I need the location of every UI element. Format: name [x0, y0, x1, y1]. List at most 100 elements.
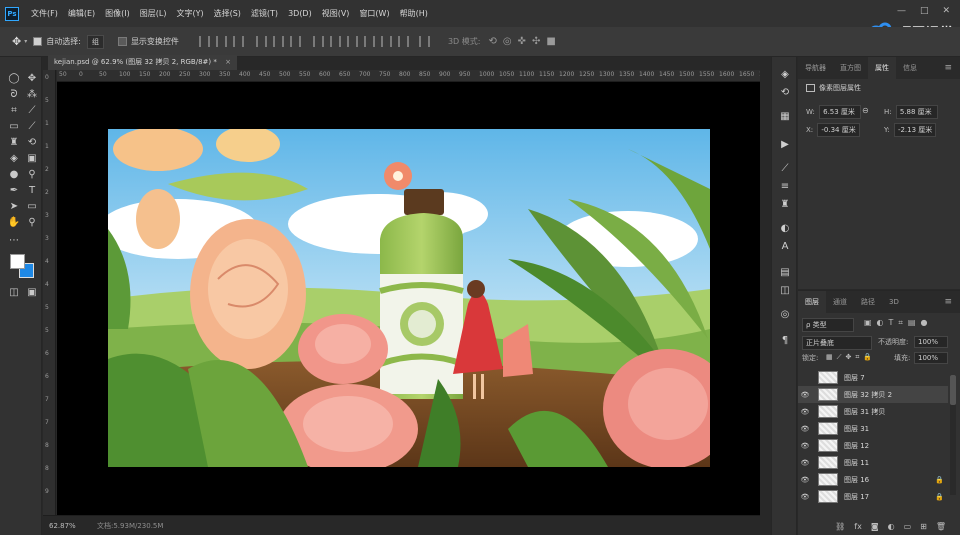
visibility-eye-icon[interactable]: 👁 — [798, 425, 812, 433]
zoom-level[interactable]: 62.87% — [49, 522, 97, 530]
link-icon[interactable]: ⛓ — [835, 522, 845, 531]
mask-icon[interactable]: ◙ — [871, 522, 879, 531]
chevron-down-icon[interactable]: ▾ — [24, 38, 27, 45]
new-layer-icon[interactable]: ⊞ — [920, 522, 927, 531]
quick-mask-icon[interactable]: ◫ — [7, 287, 21, 299]
menu-layer[interactable]: 图层(L) — [136, 8, 171, 19]
close-window-button[interactable]: ✕ — [942, 6, 950, 16]
magic-wand-icon[interactable]: ⁂ — [25, 89, 39, 101]
tab-properties[interactable]: 属性 — [868, 57, 896, 79]
blur-tool-icon[interactable]: ● — [7, 169, 21, 181]
hand-tool-icon[interactable]: ✋ — [7, 217, 21, 229]
maximize-button[interactable]: □ — [920, 6, 929, 16]
layer-row[interactable]: 👁 图层 31 拷贝 — [798, 403, 948, 420]
adjustment-icon[interactable]: ◐ — [888, 522, 895, 531]
dodge-tool-icon[interactable]: ⚲ — [25, 169, 39, 181]
marquee-tool-icon[interactable]: ◯ — [7, 73, 21, 85]
auto-align-icon[interactable] — [418, 36, 430, 47]
zoom-tool-icon[interactable]: ⚲ — [25, 217, 39, 229]
lock-icons[interactable]: ▦⟋✥⌗🔒 — [826, 353, 876, 362]
layers-scrollbar-thumb[interactable] — [950, 375, 956, 405]
align-hcenter-icon[interactable] — [272, 36, 284, 47]
visibility-eye-icon[interactable]: 👁 — [798, 493, 812, 501]
visibility-eye-icon[interactable]: 👁 — [798, 408, 812, 416]
move-tool-icon[interactable]: ✥ — [25, 73, 39, 85]
more-tools-icon[interactable]: ⋯ — [7, 235, 21, 247]
foreground-color-swatch[interactable] — [10, 254, 25, 269]
move-tool-icon[interactable]: ✥ — [12, 35, 21, 48]
layers-menu-icon[interactable]: ≡ — [944, 297, 952, 307]
visibility-eye-icon[interactable]: 👁 — [798, 442, 812, 450]
3d-panel-icon[interactable]: ◈ — [779, 69, 791, 81]
visibility-eye-icon[interactable]: 👁 — [798, 476, 812, 484]
show-transform-checkbox[interactable] — [117, 37, 127, 46]
layer-row[interactable]: 👁 图层 31 — [798, 420, 948, 437]
channels-panel-icon[interactable]: ◎ — [779, 309, 791, 321]
layer-filter-dropdown[interactable]: ρ 类型 — [802, 318, 854, 332]
paragraph-panel-icon[interactable]: ¶ — [779, 335, 791, 347]
visibility-eye-icon[interactable]: 👁 — [798, 391, 812, 399]
path-select-icon[interactable]: ➤ — [7, 201, 21, 213]
pen-tool-icon[interactable]: ✒ — [7, 185, 21, 197]
menu-select[interactable]: 选择(S) — [210, 8, 245, 19]
eraser-tool-icon[interactable]: ◈ — [7, 153, 21, 165]
menu-window[interactable]: 窗口(W) — [355, 8, 393, 19]
menu-file[interactable]: 文件(F) — [27, 8, 62, 19]
width-field[interactable]: 6.53 厘米 — [819, 105, 862, 119]
3d-roll-icon[interactable]: ◎ — [503, 36, 512, 47]
tab-channels[interactable]: 通道 — [826, 291, 854, 313]
trash-icon[interactable]: 🗑 — [936, 522, 946, 531]
menu-edit[interactable]: 编辑(E) — [64, 8, 99, 19]
visibility-eye-icon[interactable]: 👁 — [798, 459, 812, 467]
layer-row[interactable]: 图层 7 — [798, 369, 948, 386]
healing-brush-icon[interactable]: ▭ — [7, 121, 21, 133]
tab-layers[interactable]: 图层 — [798, 291, 826, 313]
layers-scrollbar[interactable] — [950, 375, 956, 495]
3d-orbit-icon[interactable]: ⟲ — [488, 36, 496, 47]
3d-scale-icon[interactable]: ■ — [546, 36, 555, 47]
libraries-panel-icon[interactable]: ▤ — [779, 267, 791, 279]
layer-row[interactable]: 👁 图层 11 — [798, 454, 948, 471]
menu-type[interactable]: 文字(Y) — [172, 8, 207, 19]
blend-mode-dropdown[interactable]: 正片叠底 — [802, 336, 872, 350]
filter-icons[interactable]: ▣◐T⌗▤● — [864, 318, 932, 328]
menu-view[interactable]: 视图(V) — [318, 8, 354, 19]
actions-panel-icon[interactable]: ▶ — [779, 139, 791, 151]
eyedropper-icon[interactable]: ⟋ — [25, 105, 39, 117]
layer-row[interactable]: 👁 图层 16 🔒 — [798, 471, 948, 488]
align-left-icon[interactable] — [255, 36, 267, 47]
color-panel-icon[interactable]: ◐ — [779, 223, 791, 235]
x-field[interactable]: -0.34 厘米 — [817, 123, 860, 137]
lasso-tool-icon[interactable]: ᘐ — [7, 89, 21, 101]
swatches-panel-icon[interactable]: ▦ — [779, 111, 791, 123]
menu-3d[interactable]: 3D(D) — [284, 9, 316, 18]
tab-info[interactable]: 信息 — [896, 57, 924, 79]
3d-pan-icon[interactable]: ✜ — [518, 36, 526, 47]
gradient-tool-icon[interactable]: ▣ — [25, 153, 39, 165]
y-field[interactable]: -2.13 厘米 — [893, 123, 937, 137]
distribute-vcenter-icon[interactable] — [329, 36, 341, 47]
distribute-hcenter-icon[interactable] — [380, 36, 392, 47]
screen-mode-icon[interactable]: ▣ — [25, 287, 39, 299]
align-vcenter-icon[interactable] — [215, 36, 227, 47]
distribute-bottom-icon[interactable] — [346, 36, 358, 47]
tab-paths[interactable]: 路径 — [854, 291, 882, 313]
align-bottom-icon[interactable] — [232, 36, 244, 47]
auto-select-dropdown[interactable]: 组 — [86, 34, 104, 49]
opacity-field[interactable]: 100% — [914, 336, 948, 348]
shape-tool-icon[interactable]: ▭ — [25, 201, 39, 213]
distribute-top-icon[interactable] — [312, 36, 324, 47]
styles-panel-icon[interactable]: ◫ — [779, 285, 791, 297]
fx-icon[interactable]: fx — [854, 522, 862, 531]
distribute-left-icon[interactable] — [363, 36, 375, 47]
adjustments-panel-icon[interactable]: ≡ — [779, 181, 791, 193]
auto-select-checkbox[interactable] — [33, 37, 43, 46]
tab-close-icon[interactable]: × — [225, 58, 231, 66]
panel-menu-icon[interactable]: ≡ — [944, 63, 952, 73]
align-top-icon[interactable] — [198, 36, 210, 47]
clone-source-icon[interactable]: ♜ — [779, 199, 791, 211]
tab-histogram[interactable]: 直方图 — [833, 57, 868, 79]
minimize-button[interactable]: — — [897, 6, 906, 16]
artwork-image[interactable] — [108, 129, 710, 467]
document-tab[interactable]: kejian.psd @ 62.9% (图层 32 拷贝 2, RGB/8#) … — [48, 55, 237, 70]
